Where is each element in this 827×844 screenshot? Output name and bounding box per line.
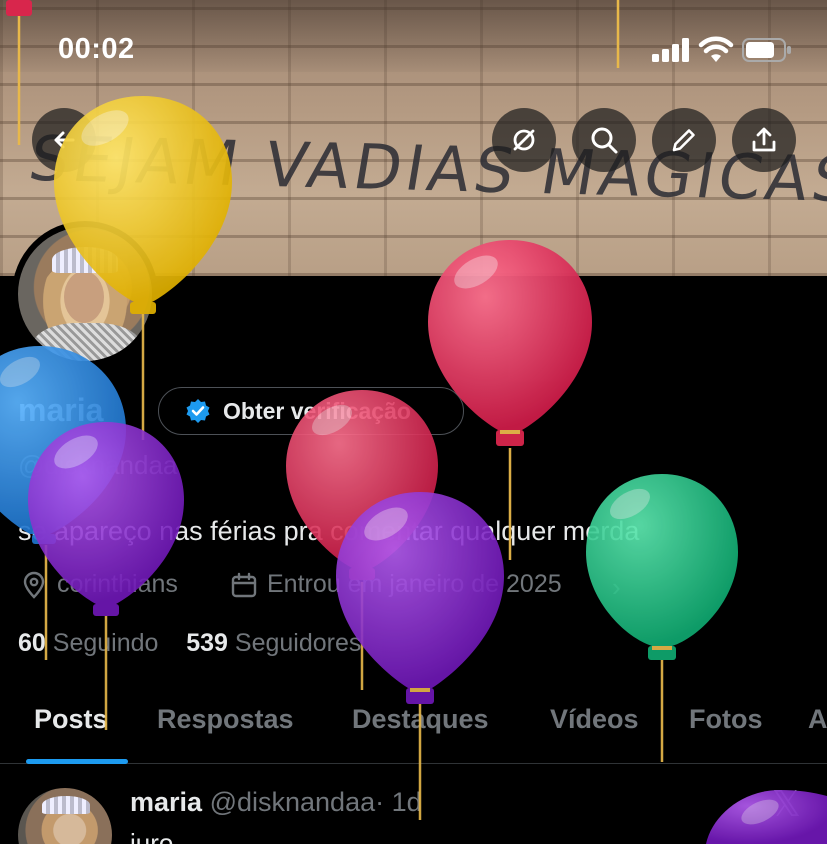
- profile-handle: @disknandaa: [18, 450, 178, 480]
- followers-count: 539: [186, 629, 228, 657]
- follow-stats: 60 Seguindo 539 Seguidores: [18, 629, 361, 658]
- post-author-name[interactable]: maria: [130, 787, 202, 817]
- x-logo-icon: 𝕏: [772, 784, 802, 825]
- chevron-right-icon[interactable]: ›: [612, 572, 621, 603]
- profile-location: corinthians: [20, 570, 178, 599]
- tab-posts[interactable]: Posts: [34, 704, 108, 735]
- status-time: 00:02: [58, 33, 135, 65]
- share-button[interactable]: [732, 108, 796, 172]
- following-count: 60: [18, 629, 46, 657]
- back-icon: [54, 131, 75, 149]
- location-icon: [23, 571, 45, 599]
- profile-joined: Entrou em janeiro de 2025: [230, 570, 562, 599]
- ai-icon: [513, 129, 535, 151]
- status-bar: 00:02: [0, 0, 827, 100]
- followers-label: Seguidores: [234, 629, 362, 657]
- post-time: · 1d: [375, 787, 422, 817]
- grok-button[interactable]: [492, 108, 556, 172]
- post-header: maria @disknandaa· 1d: [130, 787, 422, 818]
- tab-photos[interactable]: Fotos: [689, 704, 763, 735]
- tab-articles[interactable]: A: [808, 704, 827, 735]
- back-button[interactable]: [32, 108, 96, 172]
- post-author-handle: @disknandaa: [209, 787, 376, 817]
- avatar-image: [18, 227, 152, 361]
- profile-avatar[interactable]: [12, 221, 158, 367]
- followers-link[interactable]: 539 Seguidores: [186, 629, 361, 657]
- post-text: juro: [130, 828, 174, 844]
- battery-icon: [742, 38, 791, 62]
- following-label: Seguindo: [52, 629, 159, 657]
- verified-badge-icon: [186, 399, 210, 423]
- following-link[interactable]: 60 Seguindo: [18, 629, 158, 657]
- profile-name: maria: [18, 392, 104, 428]
- balloon-purple-bottom: [706, 790, 827, 844]
- cellular-signal-icon: [652, 38, 689, 62]
- get-verified-label: Obter verificação: [223, 397, 411, 424]
- search-button[interactable]: [572, 108, 636, 172]
- location-text: corinthians: [57, 570, 178, 598]
- tab-videos[interactable]: Vídeos: [550, 704, 639, 735]
- post-avatar[interactable]: [18, 788, 112, 844]
- calendar-icon: [231, 572, 257, 597]
- profile-tabs: Posts Respostas Destaques Vídeos Fotos A: [0, 690, 827, 764]
- active-tab-indicator: [26, 759, 128, 764]
- edit-button[interactable]: [652, 108, 716, 172]
- get-verified-button[interactable]: Obter verificação: [158, 387, 464, 435]
- profile-bio: se apareço nas férias pra comentar qualq…: [18, 516, 640, 546]
- tab-replies[interactable]: Respostas: [157, 704, 294, 735]
- share-icon: [752, 127, 776, 152]
- edit-icon: [672, 129, 695, 152]
- search-icon: [591, 127, 618, 154]
- tab-highlights[interactable]: Destaques: [352, 704, 489, 735]
- joined-text: Entrou em janeiro de 2025: [267, 570, 562, 598]
- wifi-icon: [698, 36, 734, 62]
